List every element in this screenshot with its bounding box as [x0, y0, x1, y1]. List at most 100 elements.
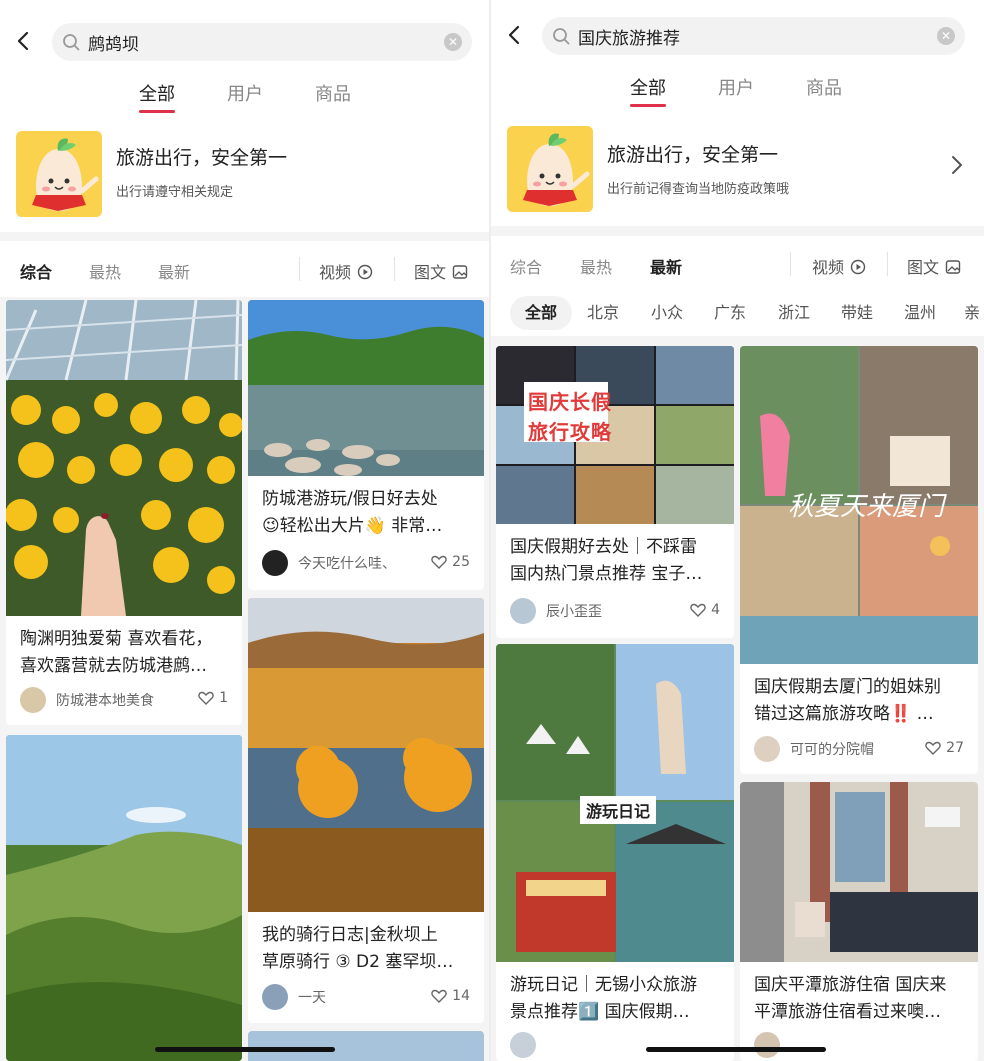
filter-video[interactable]: 视频 — [812, 254, 866, 278]
tab-products[interactable]: 商品 — [315, 80, 351, 106]
result-tabs: 全部 用户 商品 — [491, 74, 984, 114]
post-card[interactable]: 陶渊明独爱菊 喜欢看花， 喜欢露营就去防城港鹧… 防城港本地美食 1 — [6, 300, 242, 725]
mascot-avatar — [16, 131, 102, 217]
post-card[interactable]: 国庆平潭旅游住宿 国庆来 平潭旅游住宿看过来噢… — [740, 782, 978, 1061]
clear-icon[interactable]: ✕ — [444, 33, 462, 51]
filter-video-label: 视频 — [812, 258, 845, 277]
author-avatar — [754, 1032, 780, 1058]
like-count[interactable]: 14 — [431, 988, 470, 1004]
search-icon — [553, 28, 570, 45]
author-avatar — [510, 598, 536, 624]
post-cover-image — [248, 598, 484, 912]
like-count[interactable]: 1 — [198, 690, 228, 706]
author-name: 可可的分院帽 — [790, 742, 874, 758]
post-cover-image — [6, 300, 242, 616]
chip-more[interactable]: 亲 — [964, 296, 984, 330]
search-bar[interactable]: ✕ — [542, 17, 965, 55]
tab-users[interactable]: 用户 — [227, 80, 263, 106]
sort-newest[interactable]: 最新 — [158, 259, 190, 283]
search-header: ✕ 全部 用户 商品 旅游出行，安全 — [491, 0, 984, 226]
cover-overlay-line-2: 旅行攻略 — [528, 420, 612, 444]
heart-icon — [925, 741, 941, 755]
post-author[interactable]: 一天 — [262, 984, 326, 1010]
post-card[interactable]: 游玩日记 游玩日记｜无锡小众旅游 景点推荐1️⃣ 国庆假期… — [496, 644, 734, 1061]
post-author[interactable]: 今天吃什么哇、 — [262, 550, 396, 576]
post-card[interactable]: 防城港游玩/假日好去处 😉轻松出大片👋 非常… 今天吃什么哇、 25 — [248, 300, 484, 590]
post-author[interactable] — [510, 1032, 546, 1058]
like-count[interactable]: 25 — [431, 554, 470, 570]
author-avatar — [20, 687, 46, 713]
sort-filter-bar: 综合 最热 最新 视频 图文 — [491, 236, 984, 292]
post-author[interactable]: 可可的分院帽 — [754, 736, 874, 762]
filter-note-label: 图文 — [907, 258, 940, 277]
like-number: 27 — [946, 740, 964, 756]
tab-users[interactable]: 用户 — [718, 74, 754, 100]
right-screen: ✕ 全部 用户 商品 旅游出行，安全 — [491, 0, 984, 1061]
chip-wenzhou[interactable]: 温州 — [900, 296, 940, 330]
back-icon[interactable] — [503, 24, 525, 46]
author-avatar — [754, 736, 780, 762]
home-indicator — [155, 1047, 335, 1052]
post-card[interactable]: 我的骑行日志|金秋坝上 草原骑行 ③ D2 塞罕坝… 一天 14 — [248, 598, 484, 1023]
safety-card[interactable]: 旅游出行，安全第一 出行前记得查询当地防疫政策哦 — [507, 126, 968, 218]
search-header: ✕ 全部 用户 商品 旅游出行，安全 — [0, 0, 489, 232]
filter-image-text[interactable]: 图文 — [907, 254, 961, 278]
divider — [887, 252, 888, 276]
chip-with-kids[interactable]: 带娃 — [837, 296, 877, 330]
image-icon — [452, 265, 468, 279]
tab-all[interactable]: 全部 — [630, 74, 666, 100]
cover-overlay-line-1: 国庆长假 — [528, 390, 612, 414]
filter-video[interactable]: 视频 — [319, 259, 373, 283]
filter-video-label: 视频 — [319, 263, 352, 282]
author-avatar — [262, 550, 288, 576]
sort-hottest[interactable]: 最热 — [580, 254, 612, 278]
chevron-right-icon[interactable] — [950, 154, 964, 176]
sort-general[interactable]: 综合 — [510, 254, 542, 278]
author-name: 防城港本地美食 — [56, 693, 154, 709]
sort-filter-bar: 综合 最热 最新 视频 图文 — [0, 241, 489, 297]
tab-products[interactable]: 商品 — [806, 74, 842, 100]
safety-card[interactable]: 旅游出行，安全第一 出行请遵守相关规定 — [16, 131, 473, 223]
author-avatar — [510, 1032, 536, 1058]
cover-overlay-text: 游玩日记 — [580, 796, 657, 824]
heart-icon — [431, 555, 447, 569]
chip-guangdong[interactable]: 广东 — [710, 296, 750, 330]
chip-niche[interactable]: 小众 — [647, 296, 687, 330]
author-name: 今天吃什么哇、 — [298, 556, 396, 572]
post-author[interactable] — [754, 1032, 790, 1058]
post-card[interactable] — [6, 735, 242, 1061]
post-card[interactable]: 国庆长假 旅行攻略 国庆假期好去处｜不踩雷 国内热门景点推荐 宝子… 辰小歪歪 … — [496, 346, 734, 638]
post-card[interactable]: 秋夏天来厦门 国庆假期去厦门的姐妹别 错过这篇旅游攻略‼️ … 可可的分院帽 2… — [740, 346, 978, 774]
chip-beijing[interactable]: 北京 — [583, 296, 623, 330]
heart-icon — [198, 691, 214, 705]
search-input[interactable] — [88, 32, 388, 52]
card-subtitle: 出行前记得查询当地防疫政策哦 — [607, 182, 790, 197]
card-subtitle: 出行请遵守相关规定 — [116, 185, 234, 200]
post-title: 防城港游玩/假日好去处 😉轻松出大片👋 非常… — [262, 489, 443, 536]
back-icon[interactable] — [12, 30, 34, 52]
post-title: 国庆假期好去处｜不踩雷 国内热门景点推荐 宝子… — [510, 537, 703, 584]
sort-general[interactable]: 综合 — [20, 259, 52, 283]
sort-hottest[interactable]: 最热 — [89, 259, 121, 283]
search-input[interactable] — [578, 26, 878, 46]
post-author[interactable]: 防城港本地美食 — [20, 687, 154, 713]
like-count[interactable]: 4 — [690, 602, 720, 618]
filter-image-text[interactable]: 图文 — [414, 259, 468, 283]
post-card[interactable] — [248, 1031, 484, 1061]
author-name: 一天 — [298, 990, 326, 1006]
card-title: 旅游出行，安全第一 — [116, 147, 288, 169]
like-number: 1 — [219, 690, 228, 706]
clear-icon[interactable]: ✕ — [937, 27, 955, 45]
tab-all[interactable]: 全部 — [139, 80, 175, 106]
post-cover-image: 国庆长假 旅行攻略 — [496, 346, 734, 524]
like-count[interactable]: 27 — [925, 740, 964, 756]
chip-all[interactable]: 全部 — [510, 296, 572, 330]
active-tab-underline — [630, 104, 666, 107]
chip-zhejiang[interactable]: 浙江 — [774, 296, 814, 330]
post-title: 游玩日记｜无锡小众旅游 景点推荐1️⃣ 国庆假期… — [510, 975, 697, 1022]
result-tabs: 全部 用户 商品 — [0, 80, 489, 120]
sort-newest[interactable]: 最新 — [650, 254, 682, 278]
search-bar[interactable]: ✕ — [52, 23, 472, 61]
post-author[interactable]: 辰小歪歪 — [510, 598, 602, 624]
post-title: 国庆假期去厦门的姐妹别 错过这篇旅游攻略‼️ … — [754, 677, 941, 724]
